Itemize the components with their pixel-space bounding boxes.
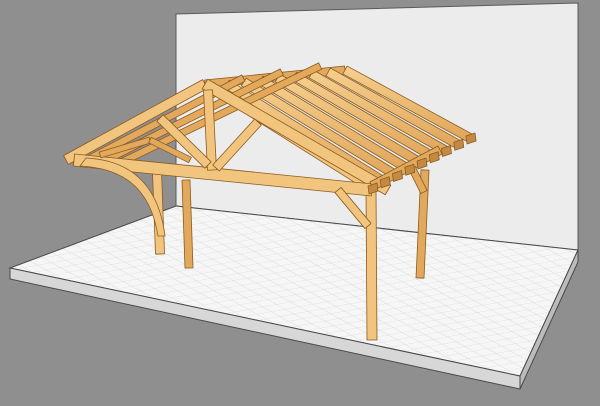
scene-canvas (8, 2, 579, 390)
post-front-right (365, 189, 378, 341)
